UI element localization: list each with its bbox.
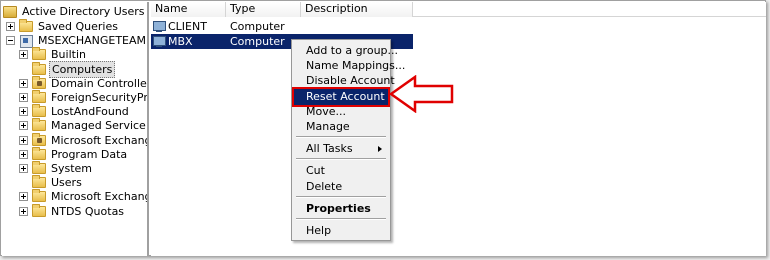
menu-item-add-to-a-group[interactable]: Add to a group... [294,43,398,59]
tree-item-label: ForeignSecurityPrincipals [51,91,149,104]
tree-item[interactable]: Saved Queries [6,19,120,34]
tree-item-label: MSEXCHANGETEAM.IN [38,34,149,48]
menu-item-reset-account[interactable]: Reset Account [292,86,390,107]
tree-item-label: Domain Controllers [51,76,149,90]
tree-item-label: System [51,162,93,175]
tree-item[interactable]: NTDS Quotas [19,203,126,219]
folder-icon [32,90,46,103]
folder-icon [32,47,46,61]
tree-item[interactable]: Managed Service Accounts [19,118,147,133]
table-row[interactable]: CLIENT Computer [151,19,413,34]
tree-item[interactable]: Users [19,175,84,190]
menu-separator [296,158,386,161]
menu-item-label: Disable Account [306,74,395,88]
expand-icon[interactable] [19,121,28,131]
menu-separator [296,218,386,220]
expand-icon[interactable] [6,22,15,31]
menu-item-delete[interactable]: Delete [294,179,388,195]
tree-item-label: NTDS Quotas [51,204,125,218]
computer-icon [153,36,166,47]
menu-separator [296,195,386,198]
name-cell: MBX [153,34,193,49]
tree-item[interactable]: Domain Controllers [19,75,149,91]
menu-item-cut[interactable]: Cut [294,163,388,179]
type-cell: Computer [230,20,285,33]
tree-item-label: Program Data [51,147,128,161]
expand-icon[interactable] [19,50,28,60]
menu-item-manage[interactable]: Manage [294,119,388,135]
menu-item-all-tasks[interactable]: All Tasks [294,141,388,157]
tree-item[interactable]: System [19,161,94,176]
tree-item-label: Saved Queries [38,20,118,33]
collapse-icon[interactable] [6,36,15,46]
mmc-window: Active Directory Users and Comput Saved … [0,0,766,256]
folder-icon [32,146,46,160]
tree-root-label: Active Directory Users and Comput [22,5,147,18]
expand-icon[interactable] [19,93,28,102]
folder-icon [32,104,46,118]
details-pane[interactable]: Name Type Description CLIENT Computer MBX C… [151,2,766,256]
ad-console-icon [3,5,17,18]
menu-item-disable-account[interactable]: Disable Account [294,73,395,89]
tree-item[interactable]: ForeignSecurityPrincipals [19,90,149,105]
name-cell: CLIENT [153,19,207,34]
callout-arrow-icon [389,75,454,113]
menu-item-properties[interactable]: Properties [294,201,388,217]
console-tree[interactable]: Active Directory Users and Comput Saved … [2,2,149,256]
computer-name: CLIENT [168,20,207,33]
folder-icon [32,203,46,217]
menu-item-label: Move... [306,104,346,118]
expand-icon[interactable] [19,164,28,173]
tree-item-label: Managed Service Accounts [51,119,147,133]
domain-icon [19,34,33,48]
menu-item-label: Name Mappings... [306,59,406,73]
column-header-name[interactable]: Name [151,2,226,17]
tree-item[interactable]: Microsoft Exchange System [19,189,147,204]
context-menu: Add to a group... Name Mappings... Disable… [291,39,405,241]
tree-item[interactable]: MSEXCHANGETEAM.IN [6,33,149,48]
ou-folder-icon [32,132,46,146]
type-cell: Computer [230,35,285,48]
menu-item-label: Cut [306,164,325,178]
tree-item[interactable]: Microsoft Exchange Securit [19,132,147,148]
menu-item-move[interactable]: Move... [294,104,388,120]
computer-icon [153,21,166,32]
column-header-type[interactable]: Type [226,2,301,17]
expand-icon[interactable] [19,107,28,117]
menu-item-label: Properties [306,201,371,215]
column-header-description[interactable]: Description [301,2,413,17]
menu-item-label: Help [306,224,332,237]
expand-icon[interactable] [19,206,28,216]
tree-item[interactable]: Program Data [19,146,129,162]
menu-item-label: Add to a group... [306,44,399,57]
ou-folder-icon [32,75,46,89]
list-header: Name Type Description [151,2,766,17]
tree-item-label: Microsoft Exchange System [51,190,147,204]
expand-icon[interactable] [19,192,28,202]
submenu-arrow-icon [378,146,382,153]
folder-icon [32,161,46,174]
menu-separator [296,136,386,139]
expand-icon[interactable] [19,135,28,145]
menu-item-label: All Tasks [306,142,353,156]
menu-item-label: Manage [306,120,350,133]
folder-icon [32,118,46,132]
expand-icon[interactable] [19,78,28,88]
menu-item-label: Delete [306,179,343,193]
expand-icon[interactable] [19,149,28,159]
folder-icon [32,175,46,189]
menu-item-label: Reset Account [306,89,385,103]
tree-item[interactable]: LostAndFound [19,104,131,119]
folder-icon [32,61,46,75]
tree-item[interactable]: Computers [19,60,116,78]
tree-root[interactable]: Active Directory Users and Comput [3,4,147,19]
computer-name: MBX [168,35,193,48]
tree-item-label: Microsoft Exchange Securit [51,133,147,147]
tree-item-label: Users [51,176,82,190]
folder-icon [32,189,46,203]
tree-item-label: LostAndFound [51,105,129,119]
folder-icon [19,19,33,32]
menu-item-help[interactable]: Help [294,223,388,239]
menu-item-name-mappings[interactable]: Name Mappings... [294,58,405,74]
